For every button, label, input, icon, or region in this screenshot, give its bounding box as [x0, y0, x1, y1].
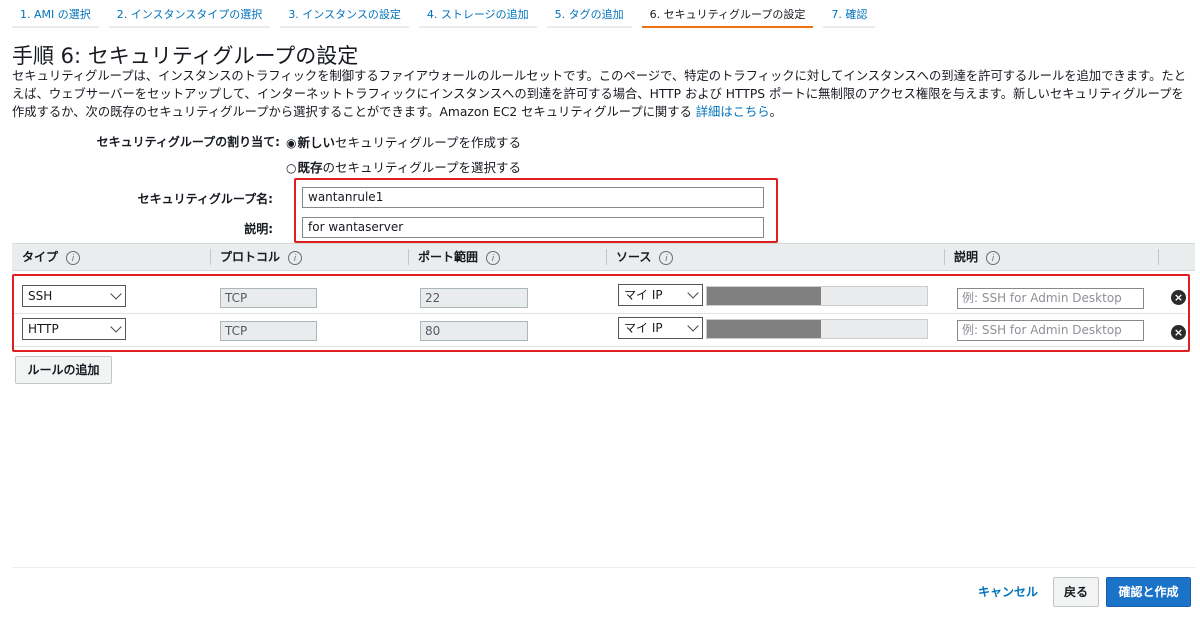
add-rule-button[interactable]: ルールの追加 — [15, 356, 112, 384]
header-divider — [408, 249, 409, 265]
rule-protocol-field: TCP — [220, 288, 317, 308]
tab-add-tags[interactable]: 5. タグの追加 — [546, 4, 632, 28]
rule-type-select[interactable]: SSH — [22, 285, 126, 307]
group-name-input[interactable]: wantanrule1 — [302, 187, 764, 208]
info-icon[interactable]: i — [986, 250, 1001, 265]
row-divider — [14, 313, 1186, 314]
radio-new-label: セキュリティグループを作成する — [335, 135, 522, 150]
wizard-steps: 1. AMI の選択 2. インスタンスタイプの選択 3. インスタンスの設定 … — [12, 4, 885, 30]
header-source: ソース i — [616, 244, 674, 270]
rule-description-input[interactable]: 例: SSH for Admin Desktop — [957, 288, 1144, 309]
radio-unselected-icon: ○ — [286, 161, 297, 175]
learn-more-link[interactable]: 詳細はこちら — [696, 105, 770, 119]
rule-source-ip-field[interactable] — [706, 286, 928, 306]
assign-label: セキュリティグループの割り当て: — [96, 135, 280, 149]
group-name-label: セキュリティグループ名: — [137, 192, 273, 206]
tab-choose-ami[interactable]: 1. AMI の選択 — [12, 4, 99, 28]
info-icon[interactable]: i — [486, 250, 501, 265]
tab-add-storage[interactable]: 4. ストレージの追加 — [418, 4, 537, 28]
back-button[interactable]: 戻る — [1053, 577, 1099, 607]
chevron-down-icon — [110, 288, 122, 300]
info-icon[interactable]: i — [66, 250, 81, 265]
cancel-button[interactable]: キャンセル — [972, 577, 1044, 607]
tab-configure-security-group[interactable]: 6. セキュリティグループの設定 — [641, 4, 814, 28]
radio-existing-bold: 既存 — [297, 160, 323, 175]
rule-source-select[interactable]: マイ IP — [618, 317, 703, 339]
review-and-launch-button[interactable]: 確認と作成 — [1106, 577, 1191, 607]
header-description: 説明 i — [954, 244, 1001, 270]
group-description-input[interactable]: for wantaserver — [302, 217, 764, 238]
page-description: セキュリティグループは、インスタンスのトラフィックを制御するファイアウォールのル… — [12, 67, 1192, 121]
rule-port-field: 22 — [420, 288, 528, 308]
group-desc-label: 説明: — [244, 222, 273, 236]
redacted-ip-mask — [707, 287, 821, 305]
remove-rule-icon[interactable]: × — [1171, 290, 1186, 305]
tab-configure-instance[interactable]: 3. インスタンスの設定 — [280, 4, 409, 28]
page-title: 手順 6: セキュリティグループの設定 — [12, 44, 359, 68]
rule-source-ip-field[interactable] — [706, 319, 928, 339]
radio-create-new[interactable]: ◉新しいセキュリティグループを作成する — [286, 132, 521, 151]
info-icon[interactable]: i — [288, 250, 303, 265]
header-port-range: ポート範囲 i — [418, 244, 501, 270]
header-type: タイプ i — [22, 244, 81, 270]
radio-select-existing[interactable]: ○既存のセキュリティグループを選択する — [286, 157, 521, 176]
header-divider — [210, 249, 211, 265]
header-protocol: プロトコル i — [220, 244, 303, 270]
rules-table-header: タイプ i プロトコル i ポート範囲 i ソース i 説明 i — [12, 243, 1195, 271]
row-divider — [14, 346, 1186, 347]
tab-choose-instance-type[interactable]: 2. インスタンスタイプの選択 — [108, 4, 271, 28]
header-divider — [1158, 249, 1159, 265]
remove-rule-icon[interactable]: × — [1171, 325, 1186, 340]
redacted-ip-mask — [707, 320, 821, 338]
header-divider — [944, 249, 945, 265]
rule-description-input[interactable]: 例: SSH for Admin Desktop — [957, 320, 1144, 341]
description-end: 。 — [769, 105, 782, 119]
footer-divider — [12, 567, 1195, 568]
radio-existing-label: のセキュリティグループを選択する — [322, 160, 522, 175]
rule-source-select[interactable]: マイ IP — [618, 284, 703, 306]
tab-review[interactable]: 7. 確認 — [823, 4, 876, 28]
chevron-down-icon — [687, 320, 699, 332]
header-divider — [606, 249, 607, 265]
rule-port-field: 80 — [420, 321, 528, 341]
info-icon[interactable]: i — [659, 250, 674, 265]
rule-protocol-field: TCP — [220, 321, 317, 341]
description-text: セキュリティグループは、インスタンスのトラフィックを制御するファイアウォールのル… — [12, 69, 1186, 119]
radio-selected-icon: ◉ — [286, 136, 297, 150]
chevron-down-icon — [110, 321, 122, 333]
chevron-down-icon — [687, 287, 699, 299]
radio-new-bold: 新しい — [297, 135, 335, 150]
rule-type-select[interactable]: HTTP — [22, 318, 126, 340]
